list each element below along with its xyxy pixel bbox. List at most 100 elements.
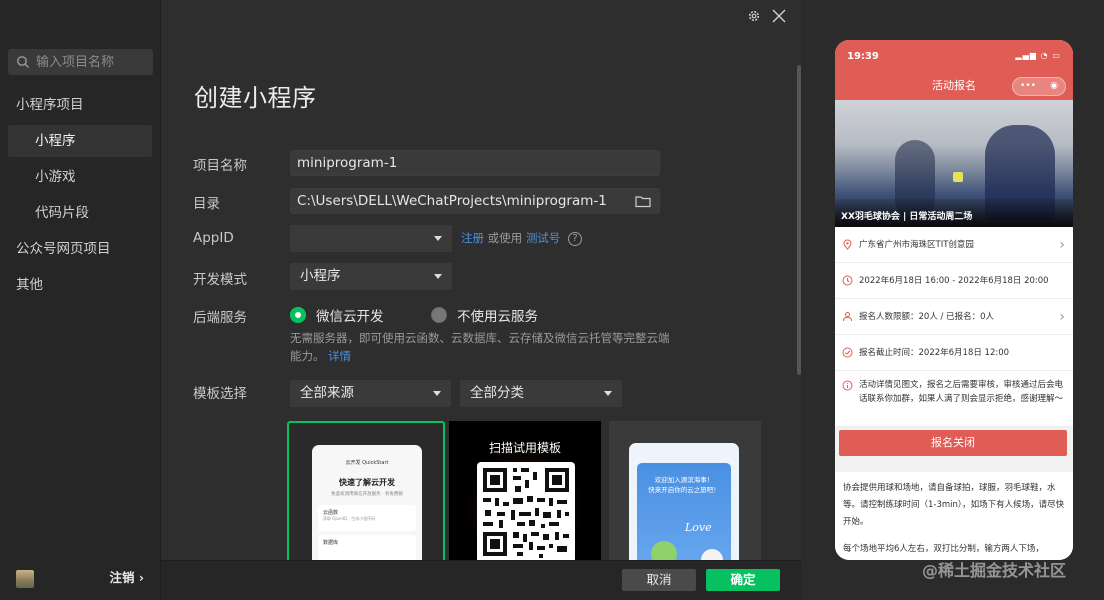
create-project-panel: 创建小程序 项目名称 miniprogram-1 目录 C:\Users\DEL… (161, 0, 801, 600)
template-preview-area: 19:39 ▂▄▆ ◔ ▭ 活动报名 ••• ◉ XX羽毛球协会 | 日常活动周… (801, 0, 1104, 600)
shuttlecock (953, 172, 963, 182)
clock-icon (842, 275, 853, 286)
dialog-footer: 取消 确定 (161, 560, 801, 600)
template-card-title: 云函数 (323, 510, 339, 516)
template-label: 模板选择 (193, 386, 247, 402)
backend-cloud-label: 微信云开发 (316, 309, 384, 325)
template-source-value: 全部来源 (300, 385, 354, 401)
sidebar: 小程序项目 小程序 小游戏 代码片段 公众号网页项目 其他 注销 › (0, 0, 161, 600)
event-detail-row: 活动详情见图文，报名之后需要审核，审核通过后会电话联系你加群，如果人满了则会显示… (835, 371, 1073, 427)
project-name-input[interactable]: miniprogram-1 (290, 150, 660, 176)
dev-mode-value: 小程序 (300, 268, 341, 284)
project-search-input[interactable] (36, 54, 146, 70)
event-deadline-row: 报名截止时间：2022年6月18日 12:00 (835, 335, 1073, 371)
template-banner-text: 欢迎加入源滨海事！ 快来开启你的云之旅吧！ (637, 475, 731, 495)
template-card: 云函数 获取 OpenID、生成小程序码 (318, 505, 416, 531)
confirm-button[interactable]: 确定 (706, 569, 780, 591)
detail-link[interactable]: 详情 (328, 349, 351, 363)
template-app-title: 云开发 QuickStart (345, 460, 389, 466)
appid-select[interactable] (290, 225, 452, 252)
template-category-select[interactable]: 全部分类 (460, 380, 622, 407)
more-icon: ••• (1020, 81, 1036, 91)
qr-code-icon (477, 462, 575, 563)
event-quota-row[interactable]: 报名人数限额：20人 / 已报名：0人 › (835, 299, 1073, 335)
appid-hints: 注册 或使用 测试号 ? (461, 230, 582, 246)
event-description-text-2: 每个场地平均6人左右，双打比分制，输方两人下场， (843, 544, 1044, 554)
backend-label: 后端服务 (193, 310, 247, 326)
sidebar-item-miniprogram-projects[interactable]: 小程序项目 (0, 89, 161, 121)
event-location: 广东省广州市海珠区TIT创意园 (859, 240, 974, 250)
gear-icon[interactable] (747, 9, 761, 23)
template-banner-line1: 欢迎加入源滨海事！ (654, 476, 714, 484)
backend-none-label: 不使用云服务 (457, 309, 538, 325)
sidebar-item-other[interactable]: 其他 (0, 269, 161, 301)
dev-mode-label: 开发模式 (193, 272, 247, 288)
dev-mode-select[interactable]: 小程序 (290, 263, 452, 290)
photo-caption: XX羽毛球协会 | 日常活动周二场 (835, 199, 1073, 227)
template-heading: 快速了解云开发 (339, 478, 395, 487)
sidebar-item-miniprogram[interactable]: 小程序 (8, 125, 152, 157)
location-icon (843, 239, 852, 250)
or-use-text: 或使用 (487, 231, 523, 245)
template-banner: 欢迎加入源滨海事！ 快来开启你的云之旅吧！ Love (637, 463, 731, 563)
register-link[interactable]: 注册 (461, 231, 484, 245)
chevron-right-icon: › (1059, 309, 1065, 325)
event-description: 协会提供用球和场地，请自备球拍，球服，羽毛球鞋，水等。请控制练球时间（1-3mi… (835, 472, 1073, 560)
phone-status-bar: 19:39 ▂▄▆ ◔ ▭ (835, 40, 1073, 73)
phone-nav-title: 活动报名 (932, 79, 976, 92)
project-name-label: 项目名称 (193, 158, 247, 174)
template-banner-line2: 快来开启你的云之旅吧！ (648, 486, 720, 494)
template-banner-tag: Love (685, 521, 712, 534)
template-card-cloud-quickstart[interactable]: 云开发 QuickStart 快速了解云开发 免鉴权调用微信开放服务 · 有免费… (287, 421, 445, 563)
people-icon (843, 312, 852, 322)
help-icon[interactable]: ? (567, 231, 582, 246)
chevron-down-icon (433, 391, 441, 396)
phone-nav-bar: 活动报名 ••• ◉ (835, 73, 1073, 100)
template-card-sub: 获取 OpenID、生成小程序码 (323, 516, 376, 521)
avatar[interactable] (16, 570, 34, 588)
template-card: 数据库 (318, 535, 416, 561)
template-subtitle: 免鉴权调用微信开放服务 · 有免费额 (331, 492, 403, 497)
chevron-down-icon (604, 391, 612, 396)
template-preview: 云开发 QuickStart 快速了解云开发 免鉴权调用微信开放服务 · 有免费… (312, 445, 422, 563)
event-deadline: 报名截止时间：2022年6月18日 12:00 (859, 348, 1010, 358)
event-time: 2022年6月18日 16:00 - 2022年6月18日 20:00 (859, 276, 1049, 286)
directory-input[interactable]: C:\Users\DELL\WeChatProjects\miniprogram… (290, 188, 660, 214)
search-icon (17, 56, 29, 68)
backend-none-radio[interactable]: 不使用云服务 (431, 305, 538, 325)
page-title: 创建小程序 (194, 84, 317, 112)
event-time-row: 2022年6月18日 16:00 - 2022年6月18日 20:00 (835, 263, 1073, 299)
watermark: @稀土掘金技术社区 (922, 561, 1067, 580)
scan-template-title: 扫描试用模板 (488, 441, 561, 455)
sidebar-item-official-account-web[interactable]: 公众号网页项目 (0, 233, 161, 265)
cancel-button[interactable]: 取消 (622, 569, 696, 591)
capsule-menu[interactable]: ••• ◉ (1012, 77, 1066, 96)
project-search[interactable] (8, 49, 153, 75)
chevron-right-icon: › (1059, 237, 1065, 253)
registration-closed-button[interactable]: 报名关闭 (839, 430, 1067, 456)
template-card-title: 数据库 (323, 540, 339, 546)
phone-preview: 19:39 ▂▄▆ ◔ ▭ 活动报名 ••• ◉ XX羽毛球协会 | 日常活动周… (835, 40, 1073, 560)
template-preview: 欢迎加入源滨海事！ 快来开启你的云之旅吧！ Love (629, 443, 739, 563)
sidebar-item-minigame[interactable]: 小游戏 (0, 161, 161, 193)
template-card-scan[interactable]: 扫描试用模板 (449, 421, 601, 563)
folder-icon[interactable] (635, 194, 651, 208)
backend-cloud-radio[interactable]: 微信云开发 (290, 305, 384, 325)
radio-checked-icon (290, 307, 306, 323)
sidebar-item-code-snippet[interactable]: 代码片段 (0, 197, 161, 229)
event-quota: 报名人数限额：20人 / 已报名：0人 (859, 312, 994, 322)
event-info-list: 广东省广州市海珠区TIT创意园 › 2022年6月18日 16:00 - 202… (835, 227, 1073, 427)
test-account-link[interactable]: 测试号 (526, 231, 561, 245)
info-icon (842, 380, 853, 391)
directory-label: 目录 (193, 196, 220, 212)
phone-time: 19:39 (847, 51, 879, 62)
chevron-down-icon (434, 236, 442, 241)
template-source-select[interactable]: 全部来源 (290, 380, 451, 407)
close-icon[interactable] (771, 8, 787, 24)
event-location-row[interactable]: 广东省广州市海珠区TIT创意园 › (835, 227, 1073, 263)
logout-button[interactable]: 注销 › (109, 567, 144, 586)
template-card-cloud-tour[interactable]: 欢迎加入源滨海事！ 快来开启你的云之旅吧！ Love (609, 421, 761, 563)
radio-unchecked-icon (431, 307, 447, 323)
event-detail: 活动详情见图文，报名之后需要审核，审核通过后会电话联系你加群，如果人满了则会显示… (859, 380, 1064, 404)
check-circle-icon (842, 347, 853, 358)
